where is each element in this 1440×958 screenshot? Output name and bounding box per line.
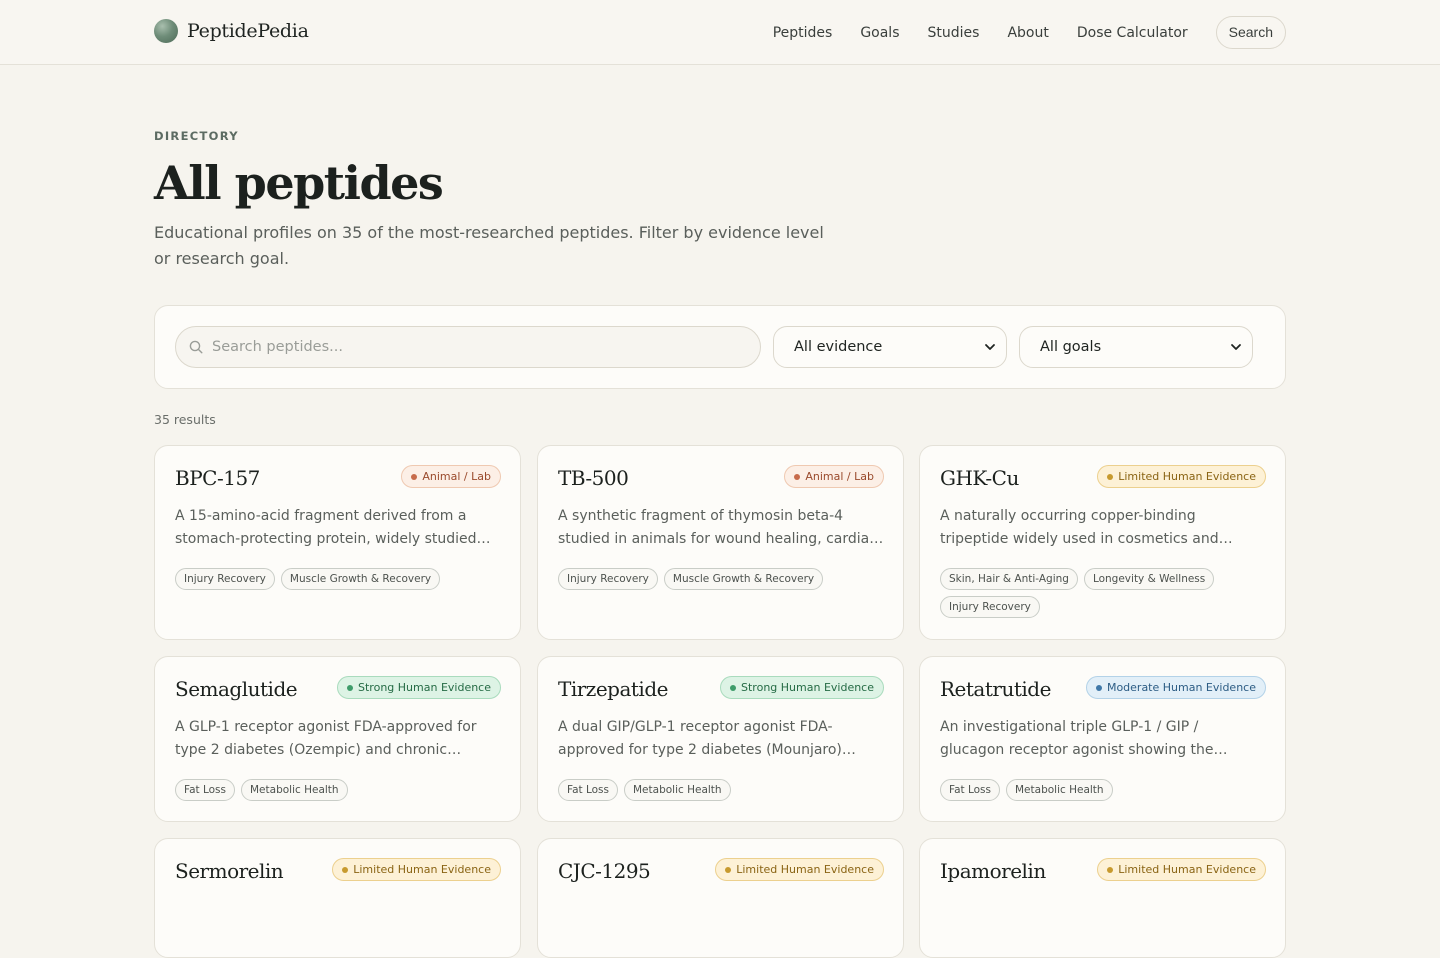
search-icon — [189, 340, 203, 354]
page-title: All peptides — [154, 156, 444, 210]
goal-tags: Injury Recovery Muscle Growth & Recovery — [558, 568, 888, 590]
peptide-description: An investigational triple GLP-1 / GIP / … — [940, 719, 1214, 758]
peptide-description: A synthetic fragment of thymosin beta-4 … — [558, 508, 877, 547]
evidence-label: Animal / Lab — [422, 470, 491, 483]
goal-tag[interactable]: Metabolic Health — [1006, 779, 1113, 801]
peptide-name: GHK-Cu — [940, 466, 1019, 490]
peptide-name: TB-500 — [558, 466, 629, 490]
goal-tags: Fat Loss Metabolic Health — [175, 779, 505, 801]
goal-tag[interactable]: Muscle Growth & Recovery — [663, 568, 824, 590]
evidence-badge: Limited Human Evidence — [1097, 465, 1266, 488]
evidence-dot-icon — [794, 474, 801, 480]
goal-tags: Fat Loss Metabolic Health — [940, 779, 1270, 801]
peptide-description: A naturally occurring copper-binding tri… — [940, 508, 1219, 547]
nav-link-about[interactable]: About — [1007, 17, 1048, 49]
evidence-badge: Limited Human Evidence — [332, 858, 501, 881]
nav-link-peptides[interactable]: Peptides — [773, 17, 833, 49]
peptide-card[interactable]: Retatrutide Moderate Human Evidence An inv… — [919, 656, 1286, 822]
peptide-card[interactable]: GHK-Cu Limited Human Evidence A naturally … — [919, 445, 1286, 640]
peptide-name: CJC-1295 — [558, 859, 651, 883]
peptide-card[interactable]: Semaglutide Strong Human Evidence A GLP-1 … — [154, 656, 521, 822]
evidence-label: Limited Human Evidence — [1118, 470, 1256, 483]
peptide-name: Semaglutide — [175, 677, 298, 701]
peptide-card[interactable]: Sermorelin Limited Human Evidence — [154, 838, 521, 958]
filter-panel: All evidence All goals — [154, 305, 1286, 389]
site-header: PeptidePedia Peptides Goals Studies Abou… — [0, 0, 1440, 65]
goal-select-value: All goals — [1040, 339, 1102, 355]
evidence-label: Strong Human Evidence — [358, 681, 491, 694]
goal-tags: Injury Recovery Muscle Growth & Recovery — [175, 568, 505, 590]
peptide-name: Sermorelin — [175, 859, 284, 883]
evidence-badge: Moderate Human Evidence — [1085, 676, 1266, 699]
results-count: 35 results — [154, 412, 216, 427]
peptide-card[interactable]: BPC-157 Animal / Lab A 15-amino-acid fragm… — [154, 445, 521, 640]
goal-tag[interactable]: Metabolic Health — [241, 779, 348, 801]
search-field[interactable] — [175, 326, 761, 368]
goal-tag[interactable]: Fat Loss — [175, 779, 235, 801]
chevron-down-icon — [1231, 344, 1241, 350]
peptide-card[interactable]: CJC-1295 Limited Human Evidence — [537, 838, 904, 958]
goal-tag[interactable]: Metabolic Health — [624, 779, 731, 801]
evidence-dot-icon — [1107, 867, 1114, 873]
evidence-dot-icon — [411, 474, 418, 480]
evidence-dot-icon — [1107, 474, 1114, 480]
goal-tag[interactable]: Longevity & Wellness — [1083, 568, 1215, 590]
evidence-dot-icon — [1095, 685, 1102, 691]
evidence-dot-icon — [725, 867, 732, 873]
evidence-badge: Animal / Lab — [784, 465, 884, 488]
evidence-badge: Limited Human Evidence — [715, 858, 884, 881]
goal-tag[interactable]: Injury Recovery — [940, 596, 1040, 618]
evidence-label: Strong Human Evidence — [741, 681, 874, 694]
goal-tag[interactable]: Injury Recovery — [175, 568, 275, 590]
main-nav: Peptides Goals Studies About Dose Calcul… — [745, 16, 1286, 49]
search-input[interactable] — [212, 327, 752, 367]
evidence-label: Limited Human Evidence — [736, 863, 874, 876]
goal-tags: Skin, Hair & Anti-Aging Longevity & Welln… — [940, 568, 1270, 618]
nav-link-dose-calculator[interactable]: Dose Calculator — [1077, 17, 1188, 49]
goal-tags: Fat Loss Metabolic Health — [558, 779, 888, 801]
evidence-dot-icon — [347, 685, 354, 691]
evidence-label: Animal / Lab — [805, 470, 874, 483]
section-eyebrow: DIRECTORY — [154, 129, 239, 143]
search-button[interactable]: Search — [1215, 16, 1286, 49]
peptide-card[interactable]: Ipamorelin Limited Human Evidence — [919, 838, 1286, 958]
brand-logo-icon — [154, 19, 178, 43]
goal-tag[interactable]: Fat Loss — [940, 779, 1000, 801]
page-description: Educational profiles on 35 of the most-r… — [154, 223, 824, 268]
peptide-description: A 15-amino-acid fragment derived from a … — [175, 508, 477, 547]
evidence-badge: Animal / Lab — [401, 465, 501, 488]
evidence-dot-icon — [342, 867, 349, 873]
peptide-name: Tirzepatide — [558, 677, 668, 701]
peptide-name: Ipamorelin — [940, 859, 1046, 883]
nav-link-goals[interactable]: Goals — [860, 17, 899, 49]
evidence-label: Limited Human Evidence — [353, 863, 491, 876]
evidence-badge: Strong Human Evidence — [337, 676, 501, 699]
peptide-name: BPC-157 — [175, 466, 260, 490]
evidence-badge: Limited Human Evidence — [1097, 858, 1266, 881]
evidence-label: Moderate Human Evidence — [1106, 681, 1256, 694]
peptide-name: Retatrutide — [940, 677, 1051, 701]
evidence-badge: Strong Human Evidence — [720, 676, 884, 699]
goal-select[interactable]: All goals — [1019, 326, 1253, 368]
goal-tag[interactable]: Skin, Hair & Anti-Aging — [940, 568, 1078, 590]
goal-tag[interactable]: Fat Loss — [558, 779, 618, 801]
evidence-label: Limited Human Evidence — [1118, 863, 1256, 876]
goal-tag[interactable]: Muscle Growth & Recovery — [280, 568, 441, 590]
brand-logo-link[interactable]: PeptidePedia — [154, 19, 309, 43]
peptide-description: A dual GIP/GLP-1 receptor agonist FDA-ap… — [558, 719, 842, 758]
brand-name: PeptidePedia — [187, 20, 309, 42]
chevron-down-icon — [985, 344, 995, 350]
hero-section: DIRECTORY All peptides Educational profi… — [154, 129, 854, 272]
peptide-card[interactable]: Tirzepatide Strong Human Evidence A dual G… — [537, 656, 904, 822]
peptide-description: A GLP-1 receptor agonist FDA-approved fo… — [175, 719, 477, 758]
nav-link-studies[interactable]: Studies — [928, 17, 980, 49]
peptide-card[interactable]: TB-500 Animal / Lab A synthetic fragment o… — [537, 445, 904, 640]
goal-tag[interactable]: Injury Recovery — [558, 568, 658, 590]
evidence-select-value: All evidence — [794, 339, 883, 355]
evidence-dot-icon — [730, 685, 737, 691]
evidence-select[interactable]: All evidence — [773, 326, 1007, 368]
